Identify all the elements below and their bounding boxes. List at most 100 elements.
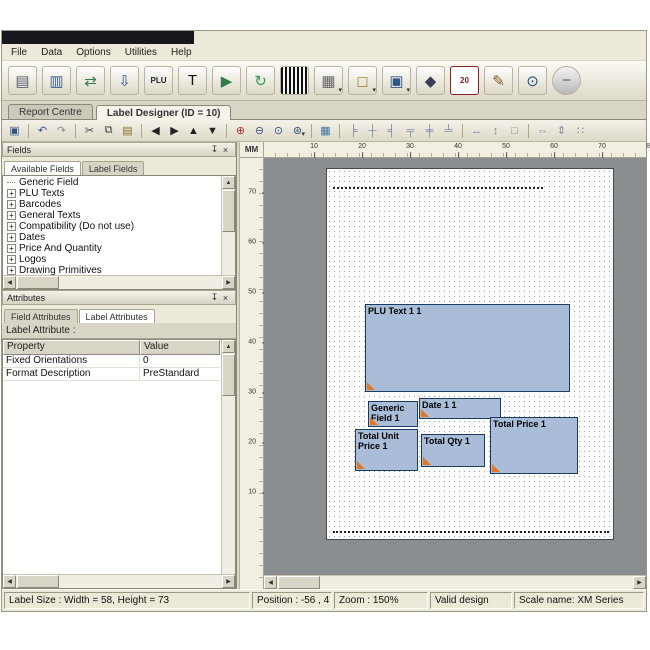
tab-available-fields[interactable]: Available Fields (4, 161, 81, 175)
barcode-icon[interactable] (280, 66, 309, 95)
cell-value[interactable]: PreStandard (140, 368, 202, 380)
copy-icon[interactable]: ⧉ (100, 122, 117, 139)
move-right-icon[interactable]: ▶ (166, 122, 183, 139)
tree-horizontal-scrollbar-decrement-button[interactable]: ◀ (3, 276, 16, 289)
table-row[interactable]: Format Description PreStandard (3, 368, 220, 381)
space-vertical-icon[interactable]: ⇕ (553, 122, 570, 139)
zoom-select-icon[interactable]: ⊛ ▾ (289, 122, 306, 139)
tree-vertical-scrollbar[interactable]: ▲▼ (221, 176, 235, 289)
text-editor-icon[interactable]: T (178, 66, 207, 95)
space-horizontal-icon[interactable]: ⇔ (534, 122, 551, 139)
expander-icon[interactable]: + (7, 266, 16, 275)
design-canvas[interactable]: PLU Text 1 1 Generic Field 1 Date 1 1 Total… (264, 158, 646, 589)
table-row[interactable]: Fixed Orientations 0 (3, 355, 220, 368)
pin-icon[interactable]: ↧ (209, 144, 220, 155)
display-icon-dropdown[interactable]: ▾ (406, 86, 410, 94)
menu-item-help[interactable]: Help (164, 46, 199, 59)
menu-item-file[interactable]: File (4, 46, 34, 59)
tab-label-attributes[interactable]: Label Attributes (78, 309, 155, 323)
attributes-vertical-scrollbar-track[interactable] (222, 353, 235, 575)
align-bottoms-icon[interactable]: ╧ (440, 122, 457, 139)
grid-header-property[interactable]: Property (3, 340, 140, 355)
tree-item-dates[interactable]: + Dates (4, 232, 220, 243)
tree-horizontal-scrollbar-track[interactable] (16, 276, 222, 289)
expander-icon[interactable]: + (7, 211, 16, 220)
window-titlebar[interactable] (2, 31, 194, 44)
tree-item-compatibility-do-not-use[interactable]: + Compatibility (Do not use) (4, 221, 220, 232)
expander-icon[interactable]: + (7, 222, 16, 231)
move-down-icon[interactable]: ▼ (204, 122, 221, 139)
save-icon[interactable]: ▣ (6, 122, 23, 139)
align-rights-icon[interactable]: ╡ (383, 122, 400, 139)
move-up-icon[interactable]: ▲ (185, 122, 202, 139)
calendar-icon[interactable]: 20 (450, 66, 479, 95)
media-icon[interactable]: ▶ (212, 66, 241, 95)
align-tops-icon[interactable]: ╤ (402, 122, 419, 139)
tree-vertical-scrollbar-track[interactable] (222, 189, 235, 276)
field-box-date[interactable]: Date 1 1 (419, 398, 501, 419)
tree-vertical-scrollbar-thumb[interactable] (222, 190, 235, 232)
snap-grid-icon[interactable]: ∷ (572, 122, 589, 139)
attributes-vertical-scrollbar-thumb[interactable] (222, 354, 235, 396)
grid-header-value[interactable]: Value (140, 340, 220, 355)
pin-icon[interactable]: ↧ (209, 292, 220, 303)
field-box-total-price[interactable]: Total Price 1 (490, 417, 578, 474)
field-box-generic-field[interactable]: Generic Field 1 (368, 401, 418, 427)
tree-vertical-scrollbar-decrement-button[interactable]: ▲ (222, 176, 235, 189)
tree-horizontal-scrollbar-thumb[interactable] (17, 276, 59, 289)
tree-item-price-and-quantity[interactable]: + Price And Quantity (4, 243, 220, 254)
print-setup-icon[interactable]: ▤ (8, 66, 37, 95)
expander-icon[interactable]: + (7, 233, 16, 242)
expander-icon[interactable]: + (7, 189, 16, 198)
tree-horizontal-scrollbar-increment-button[interactable]: ▶ (222, 276, 235, 289)
undo-icon[interactable]: ↶ (34, 122, 51, 139)
same-size-icon[interactable]: □ (506, 122, 523, 139)
align-lefts-icon[interactable]: ╞ (345, 122, 362, 139)
download-icon[interactable]: ⇩ (110, 66, 139, 95)
menu-item-options[interactable]: Options (69, 46, 117, 59)
menu-item-utilities[interactable]: Utilities (118, 46, 164, 59)
paste-icon[interactable]: ▤ (119, 122, 136, 139)
canvas-horizontal-scrollbar-thumb[interactable] (278, 576, 320, 589)
cell-value[interactable]: 0 (140, 355, 152, 367)
canvas-horizontal-scrollbar-track[interactable] (277, 576, 633, 589)
zoom-in-icon[interactable]: ⊕ (232, 122, 249, 139)
attributes-horizontal-scrollbar-increment-button[interactable]: ▶ (222, 575, 235, 588)
tab-label-fields[interactable]: Label Fields (81, 161, 145, 175)
expander-icon[interactable]: + (7, 244, 16, 253)
expander-icon[interactable]: + (7, 200, 16, 209)
expander-icon[interactable]: + (7, 255, 16, 264)
field-box-total-unit-price[interactable]: Total Unit Price 1 (355, 429, 418, 471)
canvas-horizontal-scrollbar-decrement-button[interactable]: ◀ (264, 576, 277, 589)
zoom-select-icon-dropdown[interactable]: ▾ (301, 130, 305, 138)
tree-item-generic-field[interactable]: Generic Field (4, 177, 220, 188)
zoom-out-icon[interactable]: ⊖ (251, 122, 268, 139)
report-icon[interactable]: ▥ (42, 66, 71, 95)
tab-report-centre[interactable]: Report Centre (8, 104, 93, 119)
attributes-horizontal-scrollbar-decrement-button[interactable]: ◀ (3, 575, 16, 588)
show-grid-icon[interactable]: ▦ (317, 122, 334, 139)
attributes-vertical-scrollbar-decrement-button[interactable]: ▲ (222, 340, 235, 353)
tree-horizontal-scrollbar[interactable]: ◀ ▶ (3, 275, 235, 289)
plu-editor-icon[interactable]: PLU (144, 66, 173, 95)
zoom-fit-icon[interactable]: ⊙ (270, 122, 287, 139)
canvas-horizontal-scrollbar-increment-button[interactable]: ▶ (633, 576, 646, 589)
same-height-icon[interactable]: ↕ (487, 122, 504, 139)
tree-item-barcodes[interactable]: + Barcodes (4, 199, 220, 210)
clock-icon[interactable]: ⊙ (518, 66, 547, 95)
attributes-horizontal-scrollbar[interactable]: ◀ ▶ (3, 574, 235, 588)
tab-label-designer-id-10[interactable]: Label Designer (ID = 10) (95, 105, 232, 120)
attributes-horizontal-scrollbar-track[interactable] (16, 575, 222, 588)
display-icon[interactable]: ▣ ▾ (382, 66, 411, 95)
tree-item-plu-texts[interactable]: + PLU Texts (4, 188, 220, 199)
field-box-plu-text[interactable]: PLU Text 1 1 (365, 304, 570, 392)
close-icon[interactable]: × (220, 293, 231, 303)
align-middles-icon[interactable]: ╪ (421, 122, 438, 139)
minus-icon[interactable]: − (552, 66, 581, 95)
message-icon[interactable]: ◻ ▾ (348, 66, 377, 95)
tab-field-attributes[interactable]: Field Attributes (4, 309, 78, 323)
close-icon[interactable]: × (220, 145, 231, 155)
message-icon-dropdown[interactable]: ▾ (372, 86, 376, 94)
keyboard-icon-dropdown[interactable]: ▾ (338, 86, 342, 94)
transfer-icon[interactable]: ⇄ (76, 66, 105, 95)
